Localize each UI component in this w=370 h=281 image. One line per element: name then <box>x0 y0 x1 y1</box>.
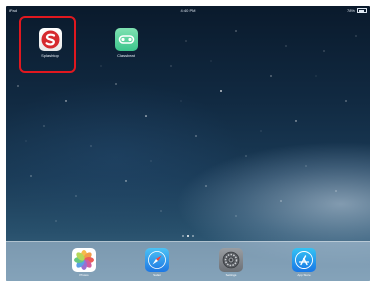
app-store-graphic <box>295 251 313 269</box>
ipad-home-screen: iPad 4:40 PM 78% Splashtop Classbeat Pho… <box>6 6 370 281</box>
highlight-box-splashtop <box>19 16 76 73</box>
safari-compass-graphic <box>148 251 166 269</box>
battery-fill <box>358 9 364 12</box>
app-store-icon[interactable] <box>292 248 316 272</box>
dock-label-settings: Settings <box>225 273 237 277</box>
page-dot[interactable] <box>182 235 184 237</box>
page-indicator[interactable] <box>6 235 370 237</box>
battery-percent: 78% <box>346 8 355 13</box>
app-classbeat[interactable]: Classbeat <box>108 28 144 58</box>
dock-app-safari[interactable]: Safari <box>137 248 177 277</box>
status-bar: iPad 4:40 PM 78% <box>6 6 370 15</box>
page-dot-current[interactable] <box>187 235 189 237</box>
status-time: 4:40 PM <box>180 8 196 13</box>
app-label-classbeat: Classbeat <box>117 53 135 58</box>
settings-icon[interactable] <box>219 248 243 272</box>
photos-icon[interactable] <box>72 248 96 272</box>
battery-icon <box>357 8 367 13</box>
battery-indicator: 78% <box>347 6 367 15</box>
dock-label-photos: Photos <box>79 273 89 277</box>
dock: Photos Safari Settings App Store <box>6 241 370 281</box>
classbeat-icon[interactable] <box>114 28 138 51</box>
dock-label-app-store: App Store <box>297 273 311 277</box>
settings-gear-graphic <box>222 251 240 269</box>
dock-label-safari: Safari <box>153 273 161 277</box>
photos-flower-graphic <box>74 250 94 270</box>
safari-icon[interactable] <box>145 248 169 272</box>
dock-app-app-store[interactable]: App Store <box>284 248 324 277</box>
dock-app-settings[interactable]: Settings <box>211 248 251 277</box>
dock-app-photos[interactable]: Photos <box>64 248 104 277</box>
page-dot[interactable] <box>192 235 194 237</box>
classbeat-logo-graphic <box>118 35 134 44</box>
